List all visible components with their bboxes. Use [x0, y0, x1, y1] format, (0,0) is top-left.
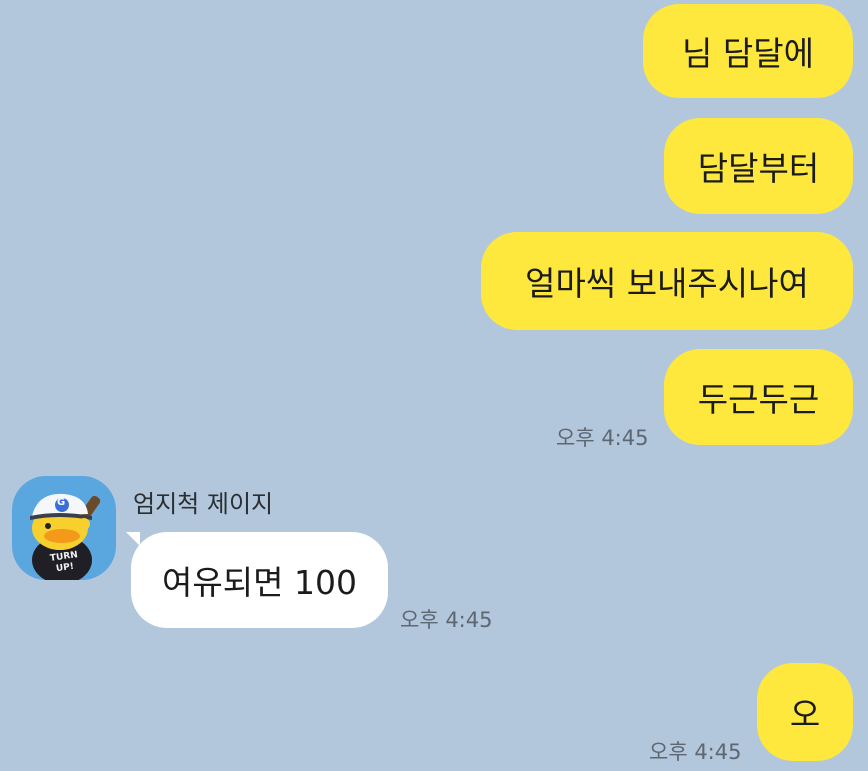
avatar[interactable]: G TURN UP!: [12, 476, 116, 580]
message-timestamp: 오후 4:45: [649, 740, 742, 764]
message-text: 담달부터: [697, 149, 820, 188]
my-message-bubble[interactable]: 두근두근: [664, 349, 853, 445]
cap-letter: G: [57, 497, 66, 508]
message-text: 두근두근: [697, 380, 820, 419]
message-text: 여유되면 100: [162, 563, 357, 602]
my-message-bubble[interactable]: 얼마씩 보내주시나여: [481, 232, 853, 330]
message-timestamp: 오후 4:45: [400, 608, 493, 632]
message-text: 님 담달에: [682, 34, 814, 73]
message-timestamp: 오후 4:45: [556, 426, 649, 450]
chat-view: 님 담달에 담달부터 얼마씩 보내주시나여 두근두근 오후 4:45 G TUR…: [0, 0, 868, 771]
my-message-bubble[interactable]: 담달부터: [664, 118, 853, 214]
sender-name: 엄지척 제이지: [133, 490, 274, 518]
my-message-bubble[interactable]: 오: [757, 663, 853, 761]
my-message-bubble[interactable]: 님 담달에: [643, 4, 853, 98]
message-text: 오: [789, 695, 821, 734]
message-text: 얼마씩 보내주시나여: [525, 264, 809, 303]
bubble-tail: [126, 532, 140, 546]
received-message-bubble[interactable]: 여유되면 100: [131, 532, 388, 628]
